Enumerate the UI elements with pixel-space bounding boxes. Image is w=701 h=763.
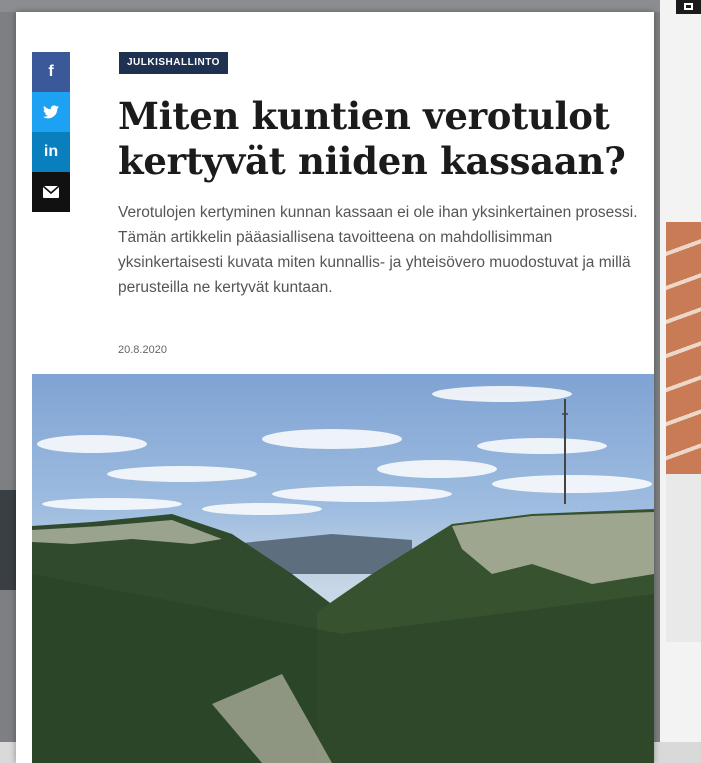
category-badge[interactable]: JULKISHALLINTO	[119, 52, 228, 74]
facebook-share-button[interactable]: f	[32, 52, 70, 92]
background-left-element	[0, 490, 16, 590]
envelope-icon	[43, 186, 59, 198]
share-bar: f in	[32, 52, 70, 212]
twitter-icon	[43, 105, 59, 119]
background-right-image	[666, 222, 701, 642]
article-card[interactable]: f in JULKISHALLINTO Miten kuntien verotu…	[16, 12, 654, 763]
linkedin-share-button[interactable]: in	[32, 132, 70, 172]
facebook-icon: f	[48, 63, 54, 80]
twitter-share-button[interactable]	[32, 92, 70, 132]
landscape-illustration	[32, 386, 654, 763]
publish-date: 20.8.2020	[118, 344, 167, 356]
linkedin-icon: in	[43, 143, 59, 160]
article-title[interactable]: Miten kuntien verotulot kertyvät niiden …	[118, 94, 638, 184]
article-lead: Verotulojen kertyminen kunnan kassaan ei…	[118, 204, 638, 296]
hero-image	[32, 374, 654, 763]
email-share-button[interactable]	[32, 172, 70, 212]
close-icon[interactable]	[676, 0, 701, 14]
background-header	[0, 0, 701, 12]
